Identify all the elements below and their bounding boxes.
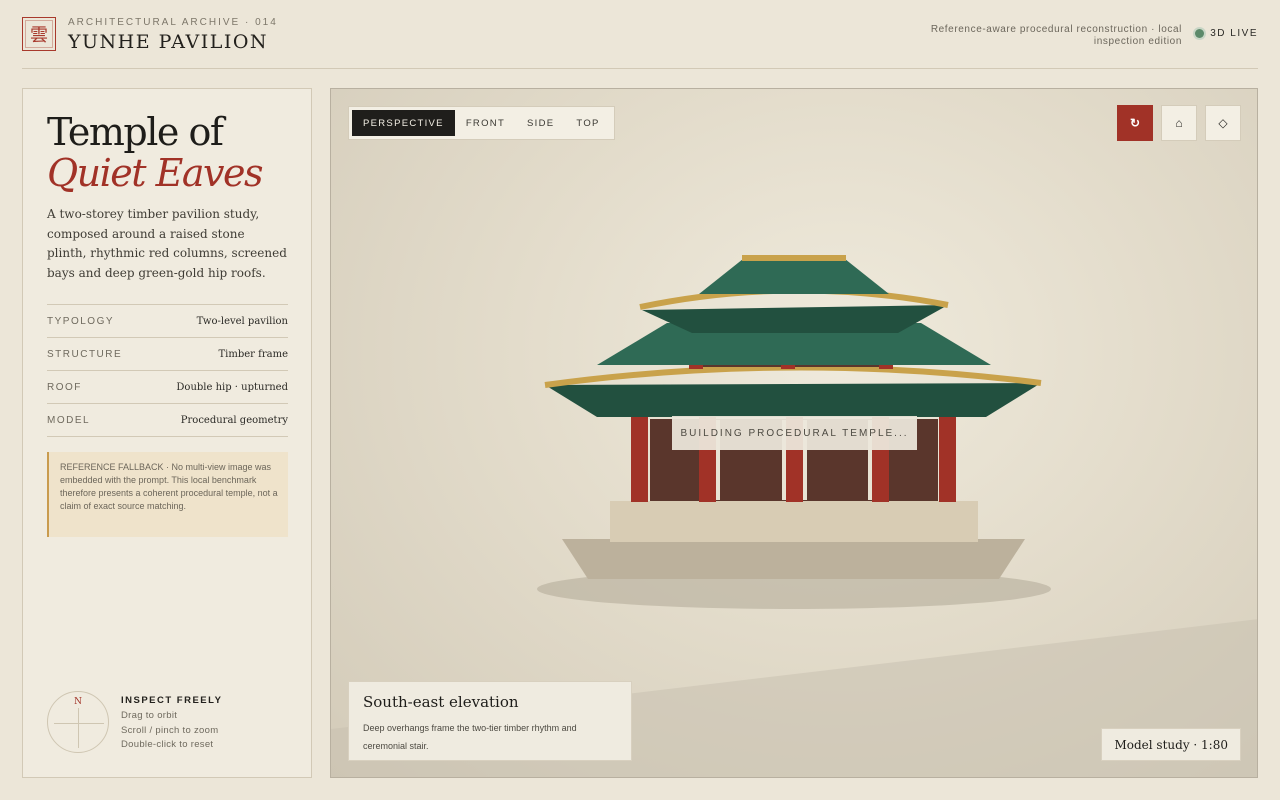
archive-label: ARCHITECTURAL ARCHIVE · 014 [68,17,278,28]
panel-description: A two-storey timber pavilion study, comp… [47,207,287,280]
live-indicator: 3D LIVE [1195,28,1258,39]
inspect-title: INSPECT FREELY [121,695,223,706]
panel-title-line2: Quiet Eaves [47,151,263,195]
inspect-line: Double-click to reset [121,739,214,750]
caption-title: South-east elevation [363,693,519,711]
reference-fallback-note: REFERENCE FALLBACK · No multi-view image… [47,452,288,537]
spec-key: MODEL [47,414,91,426]
spec-row-typology: TYPOLOGY Two-level pavilion [47,305,288,338]
view-caption: South-east elevation Deep overhangs fram… [348,681,632,761]
tab-front[interactable]: FRONT [455,110,516,136]
spec-value: Two-level pavilion [196,315,288,327]
tab-perspective[interactable]: PERSPECTIVE [352,110,455,136]
model-viewport[interactable]: PERSPECTIVE FRONT SIDE TOP ↻ ⌂ ◇ BUILDIN… [330,88,1258,778]
loading-banner: BUILDING PROCEDURAL TEMPLE... [672,416,917,450]
home-view-button[interactable]: ⌂ [1161,105,1197,141]
spec-row-structure: STRUCTURE Timber frame [47,338,288,371]
tab-side[interactable]: SIDE [516,110,565,136]
compass-north-label: N [74,697,82,707]
caption-text: Deep overhangs frame the two-tier timber… [363,723,577,751]
seal-logo: 雲 [22,17,56,51]
panel-title-line1: Temple of [47,110,224,154]
tab-top[interactable]: TOP [565,110,610,136]
header-note: Reference-aware procedural reconstructio… [930,24,1182,47]
auto-rotate-button[interactable]: ↻ [1117,105,1153,141]
spec-key: TYPOLOGY [47,315,115,327]
info-panel: Temple of Quiet Eaves A two-storey timbe… [22,88,312,778]
spec-key: STRUCTURE [47,348,123,360]
diamond-icon: ◇ [1218,116,1228,130]
app-header: 雲 ARCHITECTURAL ARCHIVE · 014 YUNHE PAVI… [22,16,1258,69]
scale-badge: Model study · 1:80 [1101,728,1241,761]
wireframe-toggle-button[interactable]: ◇ [1205,105,1241,141]
inspect-line: Scroll / pinch to zoom [121,724,219,736]
inspect-line: Drag to orbit [121,710,178,721]
archive-title: YUNHE PAVILION [68,31,269,53]
compass-icon: N [47,691,109,753]
auto-rotate-icon: ↻ [1129,116,1141,130]
spec-value: Procedural geometry [180,414,288,426]
spec-value: Timber frame [218,348,288,360]
spec-row-roof: ROOF Double hip · upturned [47,371,288,404]
view-tabs: PERSPECTIVE FRONT SIDE TOP [348,106,615,140]
live-dot-icon [1195,29,1205,38]
spec-row-model: MODEL Procedural geometry [47,404,288,437]
spec-key: ROOF [47,381,82,393]
viewport-controls: ↻ ⌂ ◇ [1117,105,1241,141]
spec-value: Double hip · upturned [176,381,288,393]
inspect-instructions: INSPECT FREELY Drag to orbit Scroll / pi… [121,695,222,753]
home-icon: ⌂ [1175,116,1183,130]
live-label: 3D LIVE [1210,28,1258,39]
spec-list: TYPOLOGY Two-level pavilion STRUCTURE Ti… [47,304,288,437]
